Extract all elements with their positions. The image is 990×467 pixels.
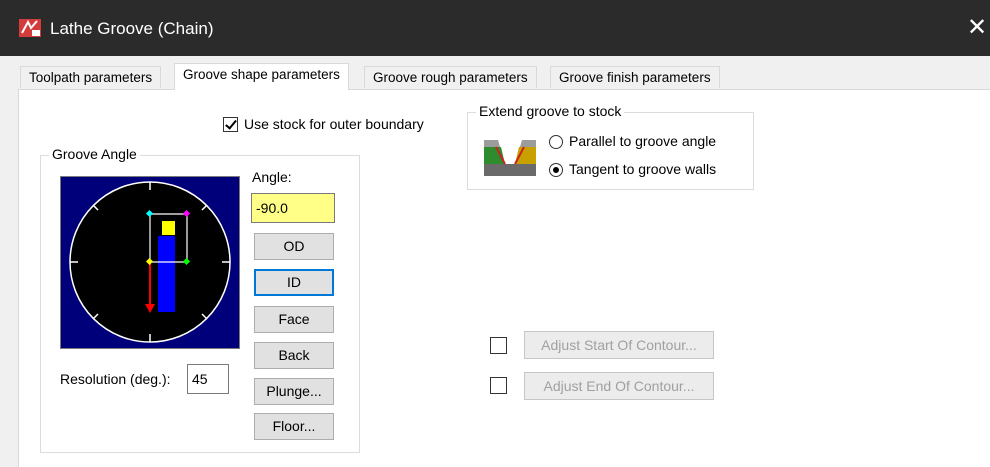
parallel-label: Parallel to groove angle xyxy=(569,133,717,149)
tangent-label: Tangent to groove walls xyxy=(569,161,717,177)
extend-groove-group-title: Extend groove to stock xyxy=(476,103,625,119)
groove-tool-tip xyxy=(162,221,175,235)
id-button[interactable]: ID xyxy=(254,269,334,296)
groove-angle-group-title: Groove Angle xyxy=(49,146,140,162)
tab-groove-finish-parameters[interactable]: Groove finish parameters xyxy=(550,66,720,88)
angle-input[interactable]: -90.0 xyxy=(251,193,335,223)
tab-toolpath-parameters[interactable]: Toolpath parameters xyxy=(20,66,162,88)
face-button[interactable]: Face xyxy=(254,306,334,333)
groove-tool-shape xyxy=(158,236,175,312)
resolution-label: Resolution (deg.): xyxy=(60,371,171,387)
use-stock-checkbox[interactable] xyxy=(223,117,238,132)
window-title: Lathe Groove (Chain) xyxy=(50,19,214,38)
adjust-start-button[interactable]: Adjust Start Of Contour... xyxy=(524,331,714,359)
tab-groove-shape-parameters[interactable]: Groove shape parameters xyxy=(174,63,349,90)
angle-label: Angle: xyxy=(252,169,292,185)
adjust-end-checkbox[interactable] xyxy=(490,377,507,394)
tab-groove-rough-parameters[interactable]: Groove rough parameters xyxy=(364,66,537,88)
od-button[interactable]: OD xyxy=(254,233,334,260)
adjust-start-checkbox[interactable] xyxy=(490,337,507,354)
close-icon: ✕ xyxy=(966,14,988,41)
groove-angle-dial[interactable] xyxy=(60,176,240,349)
resolution-input[interactable]: 45 xyxy=(187,364,229,394)
close-button[interactable]: ✕ xyxy=(964,10,990,46)
lathe-app-icon xyxy=(19,19,41,37)
plunge-button[interactable]: Plunge... xyxy=(254,378,334,405)
title-bar: Lathe Groove (Chain) ✕ xyxy=(0,0,990,56)
floor-button[interactable]: Floor... xyxy=(254,413,334,440)
use-stock-label: Use stock for outer boundary xyxy=(244,116,424,132)
groove-extend-icon xyxy=(484,140,536,176)
parallel-radio[interactable] xyxy=(549,135,563,149)
adjust-end-button[interactable]: Adjust End Of Contour... xyxy=(524,372,714,400)
back-button[interactable]: Back xyxy=(254,342,334,369)
tangent-radio[interactable] xyxy=(549,163,563,177)
